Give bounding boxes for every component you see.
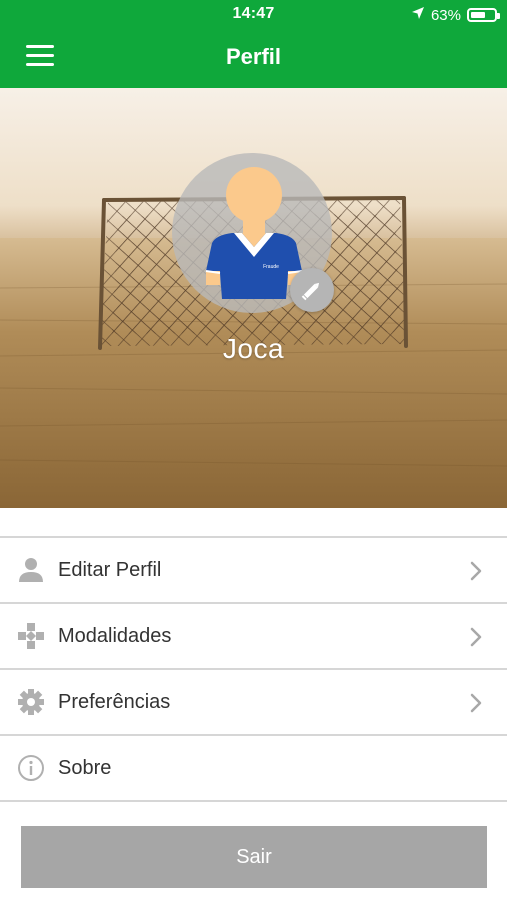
menu-item-sobre[interactable]: Sobre [0, 736, 507, 802]
profile-header: Fraude Joca [0, 88, 507, 508]
gear-icon [17, 688, 45, 716]
battery-icon [467, 8, 500, 22]
user-icon [17, 556, 45, 584]
battery-percent: 63% [430, 6, 461, 24]
status-right: 63% [411, 6, 500, 24]
logout-button[interactable]: Sair [21, 826, 487, 888]
menu-item-label: Editar Perfil [58, 559, 162, 581]
page-title: Perfil [225, 44, 282, 69]
menu-item-label: Modalidades [58, 625, 172, 647]
chevron-right-icon [469, 692, 483, 714]
gamepad-icon [17, 622, 45, 650]
edit-avatar-button[interactable] [290, 268, 334, 312]
status-bar: 14:47 63% [0, 0, 507, 28]
app-bar: Perfil [0, 28, 507, 88]
top-bar: 14:47 63% Perfil [0, 0, 507, 88]
battery-fill [471, 12, 485, 18]
jersey-text: Fraude [263, 264, 279, 270]
menu-item-preferencias[interactable]: Preferências [0, 670, 507, 736]
info-icon [17, 754, 45, 782]
pencil-icon [301, 282, 320, 301]
chevron-right-icon [469, 560, 483, 582]
location-arrow-icon [411, 6, 425, 24]
profile-menu: Editar Perfil Modalidades Preferências S… [0, 536, 507, 802]
menu-item-label: Sobre [58, 757, 112, 779]
menu-item-editar-perfil[interactable]: Editar Perfil [0, 538, 507, 604]
menu-item-label: Preferências [58, 691, 171, 713]
menu-item-modalidades[interactable]: Modalidades [0, 604, 507, 670]
chevron-right-icon [469, 626, 483, 648]
profile-name: Joca [222, 333, 285, 364]
